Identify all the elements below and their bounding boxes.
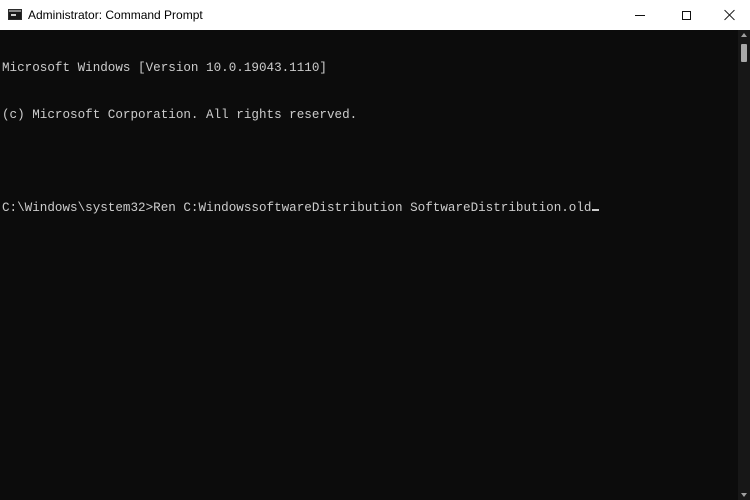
minimize-button[interactable]: [617, 0, 663, 30]
title-bar[interactable]: Administrator: Command Prompt: [0, 0, 750, 30]
scroll-up-arrow-icon[interactable]: [741, 33, 747, 37]
command-text: C:\Windows\system32>Ren C:Windowssoftwar…: [2, 200, 592, 215]
close-button[interactable]: [709, 0, 750, 30]
text-cursor: [592, 208, 600, 211]
scroll-thumb[interactable]: [741, 44, 747, 62]
console-line-command[interactable]: C:\Windows\system32>Ren C:Windowssoftwar…: [0, 201, 738, 217]
console-line-copyright: (c) Microsoft Corporation. All rights re…: [2, 107, 358, 122]
scroll-down-arrow-icon[interactable]: [741, 493, 747, 497]
cmd-icon[interactable]: [8, 9, 22, 20]
command-prompt-window: Administrator: Command Prompt Microsoft …: [0, 0, 750, 500]
maximize-button[interactable]: [663, 0, 709, 30]
maximize-icon: [681, 10, 691, 20]
vertical-scrollbar[interactable]: [738, 30, 750, 500]
window-title: Administrator: Command Prompt: [28, 8, 203, 22]
minimize-icon: [635, 14, 645, 16]
close-icon: [725, 10, 735, 20]
console-output[interactable]: Microsoft Windows [Version 10.0.19043.11…: [0, 30, 738, 500]
console-line-version: Microsoft Windows [Version 10.0.19043.11…: [2, 61, 327, 75]
